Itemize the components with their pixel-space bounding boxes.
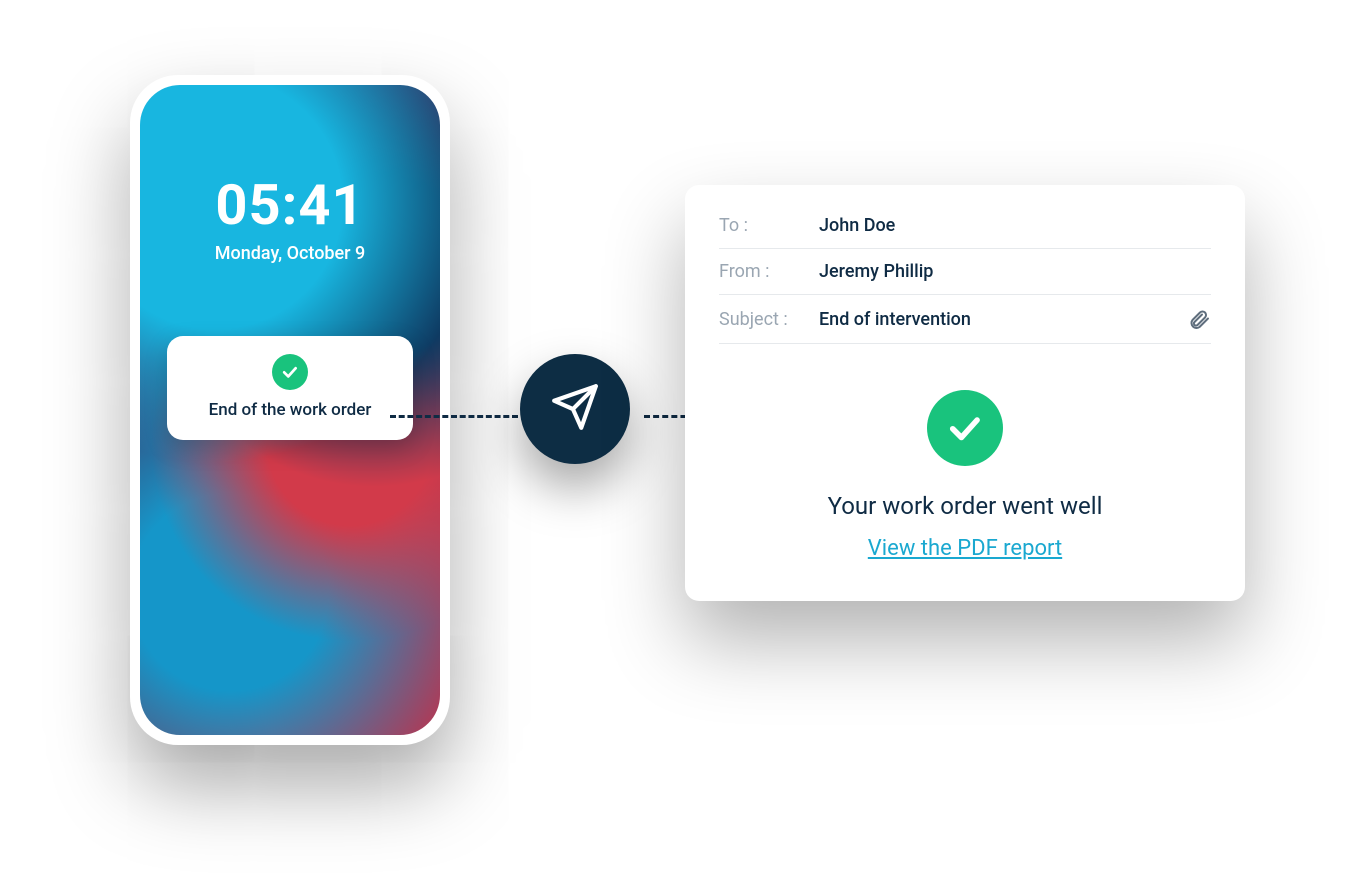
lockscreen-time: 05:41 (215, 177, 366, 233)
paper-plane-icon (550, 382, 600, 436)
email-from-row: From : Jeremy Phillip (719, 249, 1211, 295)
email-subject-label: Subject : (719, 309, 819, 330)
lockscreen-notification[interactable]: End of the work order (167, 336, 413, 440)
lockscreen-clock: 05:41 Monday, October 9 (215, 177, 366, 264)
send-step-badge (520, 354, 630, 464)
check-icon (927, 390, 1003, 466)
phone-mockup: 05:41 Monday, October 9 End of the work … (130, 75, 450, 745)
paperclip-icon[interactable] (1187, 307, 1211, 331)
phone-lockscreen: 05:41 Monday, October 9 End of the work … (140, 85, 440, 735)
email-from-label: From : (719, 261, 819, 282)
email-from-value: Jeremy Phillip (819, 261, 1211, 282)
email-to-value: John Doe (819, 215, 1211, 236)
email-subject-value: End of intervention (819, 309, 1187, 330)
notification-title: End of the work order (179, 400, 401, 420)
check-icon (272, 354, 308, 390)
email-to-label: To : (719, 215, 819, 236)
email-body-message: Your work order went well (828, 492, 1103, 520)
email-subject-row: Subject : End of intervention (719, 295, 1211, 344)
email-body: Your work order went well View the PDF r… (719, 344, 1211, 561)
lockscreen-date: Monday, October 9 (215, 243, 366, 264)
email-preview-card: To : John Doe From : Jeremy Phillip Subj… (685, 185, 1245, 601)
email-to-row: To : John Doe (719, 211, 1211, 249)
view-pdf-report-link[interactable]: View the PDF report (868, 536, 1062, 561)
